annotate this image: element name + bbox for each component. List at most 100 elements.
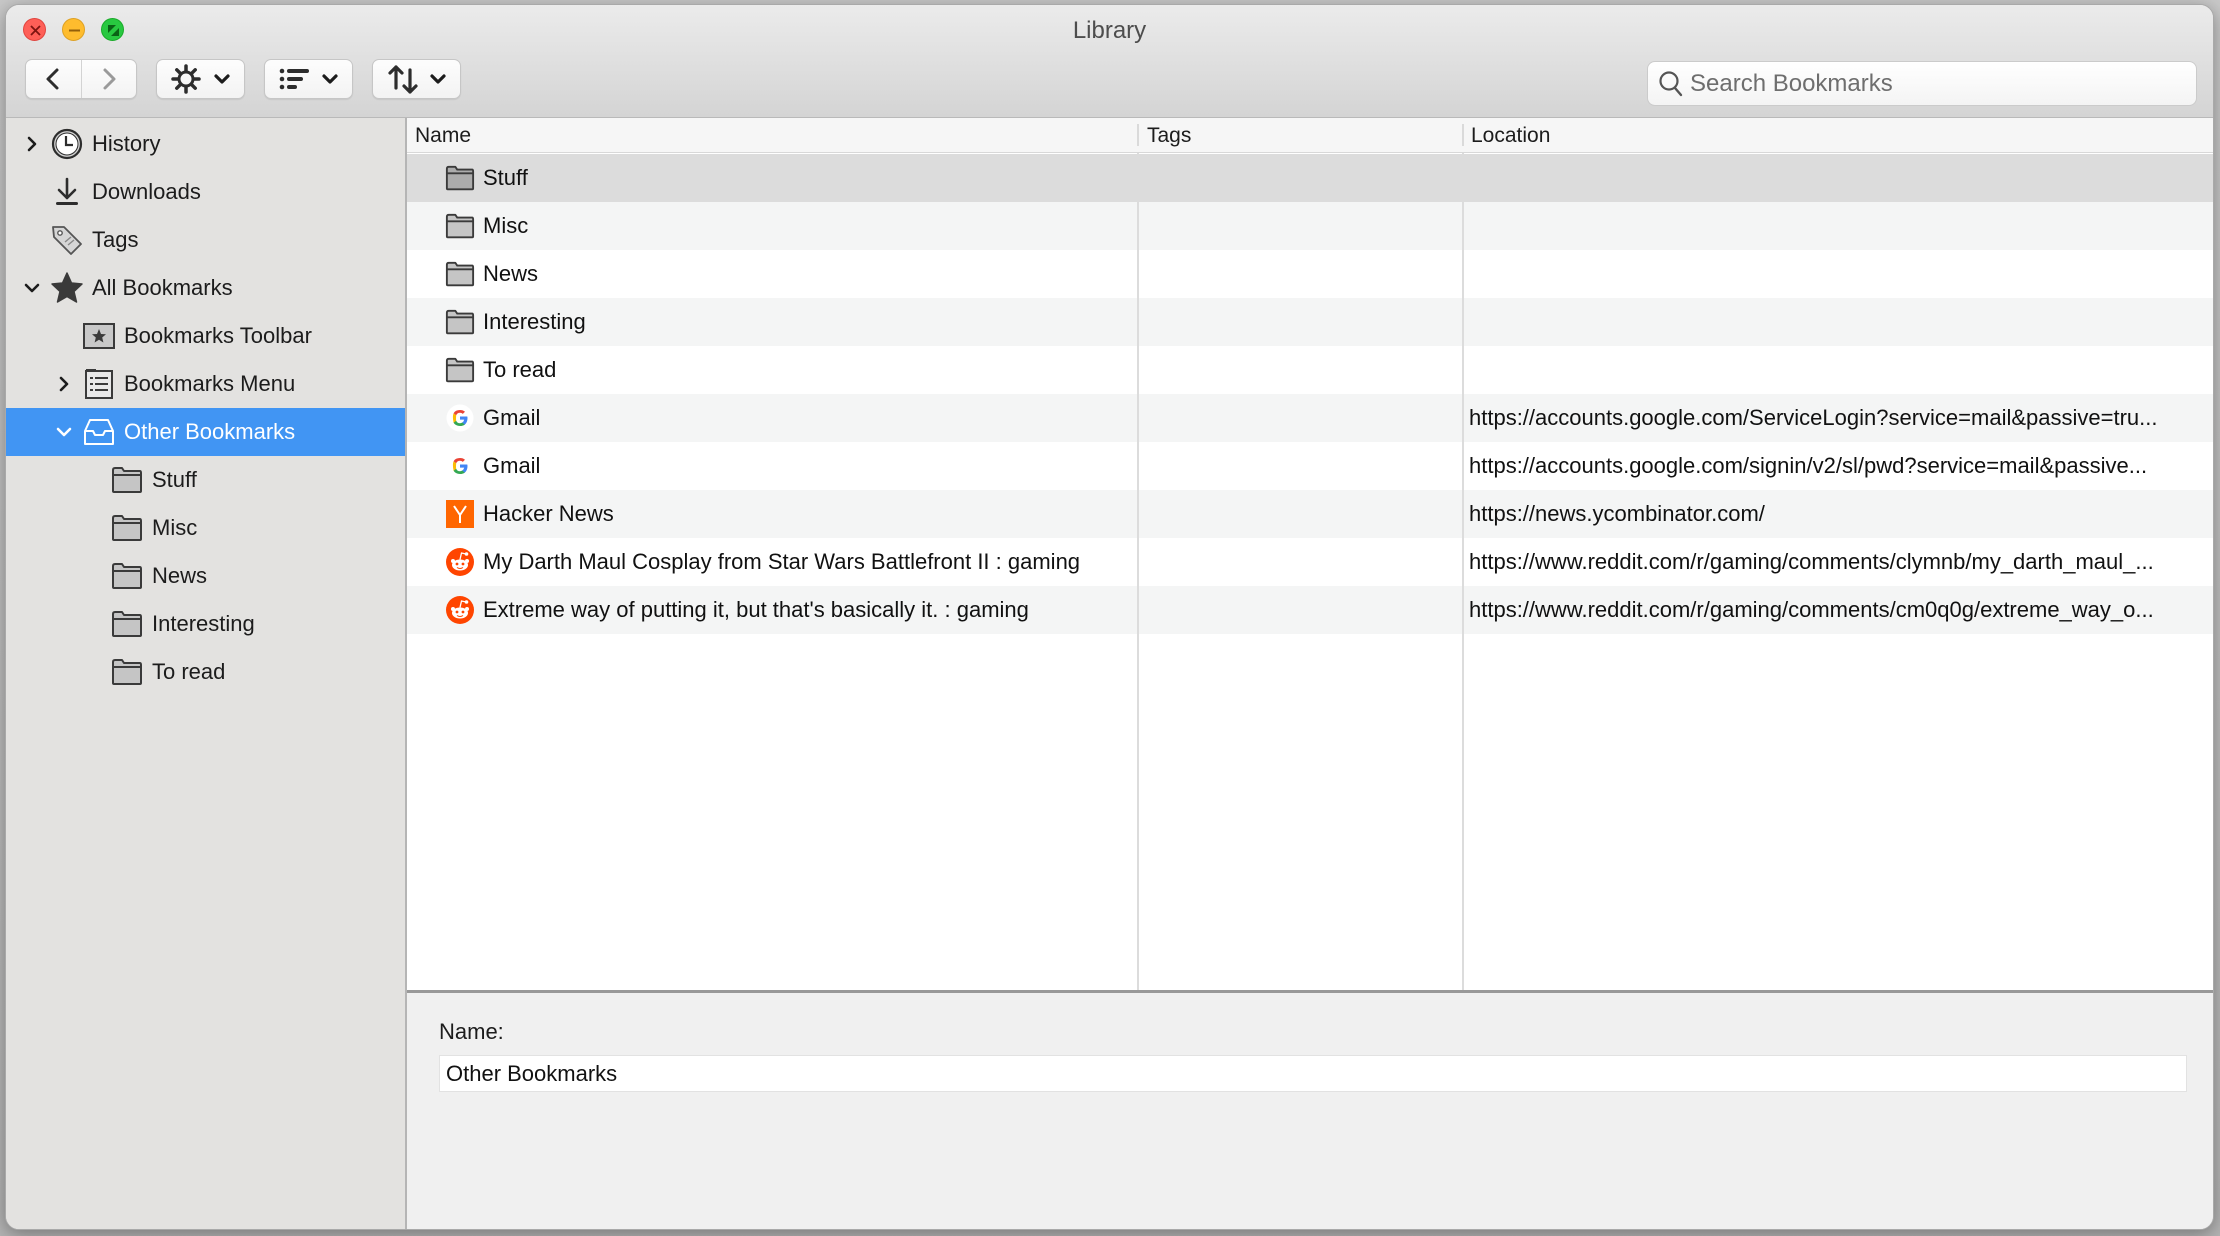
sidebar-item-tags[interactable]: Tags (6, 216, 405, 264)
cell-tags (1149, 442, 1449, 490)
cell-location (1469, 346, 2209, 394)
cell-tags (1149, 394, 1449, 442)
sidebar-item-bookmarks-toolbar[interactable]: Bookmarks Toolbar (6, 312, 405, 360)
folder-icon (445, 161, 475, 195)
window-title: Library (1072, 17, 1147, 44)
table-row[interactable]: News (407, 250, 2213, 298)
tag-icon (50, 223, 84, 257)
organize-menu-button[interactable] (156, 59, 245, 99)
bookmark-name: My Darth Maul Cosplay from Star Wars Bat… (483, 549, 1081, 574)
sidebar-item-label: News (152, 563, 208, 588)
sidebar-item-label: History (92, 131, 161, 156)
cell-location: https://accounts.google.com/ServiceLogin… (1469, 405, 2158, 430)
cell-tags (1149, 202, 1449, 250)
chevron-right-icon[interactable] (22, 134, 42, 154)
sidebar-item-label: Tags (92, 227, 139, 252)
sidebar-item-label: Downloads (92, 179, 201, 204)
sidebar-item-history[interactable]: History (6, 120, 405, 168)
name-field[interactable] (439, 1055, 2187, 1092)
folder-icon (445, 257, 475, 291)
column-resize-handle[interactable] (1462, 124, 1464, 146)
sidebar-item-label: Bookmarks Menu (124, 371, 296, 396)
search-icon (1659, 70, 1683, 96)
sidebar-item-interesting[interactable]: Interesting (6, 600, 405, 648)
cell-tags (1149, 490, 1449, 538)
sidebar-item-misc[interactable]: Misc (6, 504, 405, 552)
google-icon (445, 401, 475, 435)
folder-icon (110, 511, 144, 545)
hacker-news-icon (445, 497, 475, 531)
column-header-name[interactable]: Name (415, 124, 471, 148)
list-view-icon (279, 68, 309, 90)
column-divider (1137, 153, 1139, 990)
chevron-down-icon (213, 74, 230, 84)
search-field[interactable] (1647, 61, 2197, 106)
table-row[interactable]: Extreme way of putting it, but that's ba… (407, 586, 2213, 634)
search-input[interactable] (1688, 68, 2172, 99)
column-header-tags[interactable]: Tags (1147, 124, 1191, 148)
views-menu-button[interactable] (264, 59, 353, 99)
library-window: Library Search Bookmarks History Downloa… (5, 4, 2214, 1230)
table-row[interactable]: Gmail https://accounts.google.com/Service… (407, 394, 2213, 442)
sidebar-item-bookmarks-menu[interactable]: Bookmarks Menu (6, 360, 405, 408)
chevron-right-icon (103, 68, 116, 90)
cell-tags (1149, 346, 1449, 394)
star-icon (50, 271, 84, 305)
column-resize-handle[interactable] (1137, 124, 1139, 146)
cell-location (1469, 250, 2209, 298)
bookmark-name: Misc (483, 213, 529, 238)
sidebar-item-label: Bookmarks Toolbar (124, 323, 312, 348)
bookmarks-toolbar-icon (82, 319, 116, 353)
chevron-left-icon (46, 68, 59, 90)
table-row[interactable]: Hacker News https://news.ycombinator.com/ (407, 490, 2213, 538)
chevron-down-icon[interactable] (22, 278, 42, 298)
table-row[interactable]: Interesting (407, 298, 2213, 346)
sidebar-item-stuff[interactable]: Stuff (6, 456, 405, 504)
sidebar-item-other-bookmarks[interactable]: Other Bookmarks (6, 408, 405, 456)
cell-location: https://www.reddit.com/r/gaming/comments… (1469, 597, 2154, 622)
table-header: Name Tags Location (407, 118, 2213, 153)
import-export-icon (387, 65, 418, 94)
folder-icon (110, 559, 144, 593)
bookmark-name: Extreme way of putting it, but that's ba… (483, 597, 1029, 622)
chevron-right-icon[interactable] (54, 374, 74, 394)
sidebar-item-downloads[interactable]: Downloads (6, 168, 405, 216)
column-header-location[interactable]: Location (1471, 124, 1550, 148)
cell-tags (1149, 250, 1449, 298)
table-row[interactable]: To read (407, 346, 2213, 394)
cell-tags (1149, 586, 1449, 634)
sidebar-item-news[interactable]: News (6, 552, 405, 600)
table-row[interactable]: Gmail https://accounts.google.com/signin/… (407, 442, 2213, 490)
chevron-down-icon[interactable] (54, 422, 74, 442)
gear-icon (170, 64, 201, 94)
chevron-down-icon (429, 74, 446, 84)
bookmark-name: Hacker News (483, 501, 614, 526)
cell-location: https://www.reddit.com/r/gaming/comments… (1469, 549, 2154, 574)
import-backup-menu-button[interactable] (372, 59, 461, 99)
bookmark-name: Gmail (483, 405, 541, 430)
bookmark-name: Gmail (483, 453, 541, 478)
folder-icon (110, 655, 144, 689)
forward-button[interactable] (82, 60, 137, 98)
cell-location (1469, 298, 2209, 346)
bookmark-name: News (483, 261, 539, 286)
navigation-button-group (25, 59, 137, 99)
table-row[interactable]: My Darth Maul Cosplay from Star Wars Bat… (407, 538, 2213, 586)
folder-icon (110, 607, 144, 641)
sidebar-item-to-read[interactable]: To read (6, 648, 405, 696)
folder-icon (445, 353, 475, 387)
sidebar-item-label: Interesting (152, 611, 255, 636)
back-button[interactable] (26, 60, 82, 98)
folder-icon (445, 209, 475, 243)
name-label: Name: (439, 1019, 504, 1044)
cell-location (1469, 154, 2209, 202)
clock-icon (50, 127, 84, 161)
reddit-icon (445, 593, 475, 627)
bookmark-name: To read (483, 357, 557, 382)
table-row[interactable]: Misc (407, 202, 2213, 250)
cell-location (1469, 202, 2209, 250)
table-row[interactable]: Stuff (407, 154, 2213, 202)
sidebar-item-all-bookmarks[interactable]: All Bookmarks (6, 264, 405, 312)
